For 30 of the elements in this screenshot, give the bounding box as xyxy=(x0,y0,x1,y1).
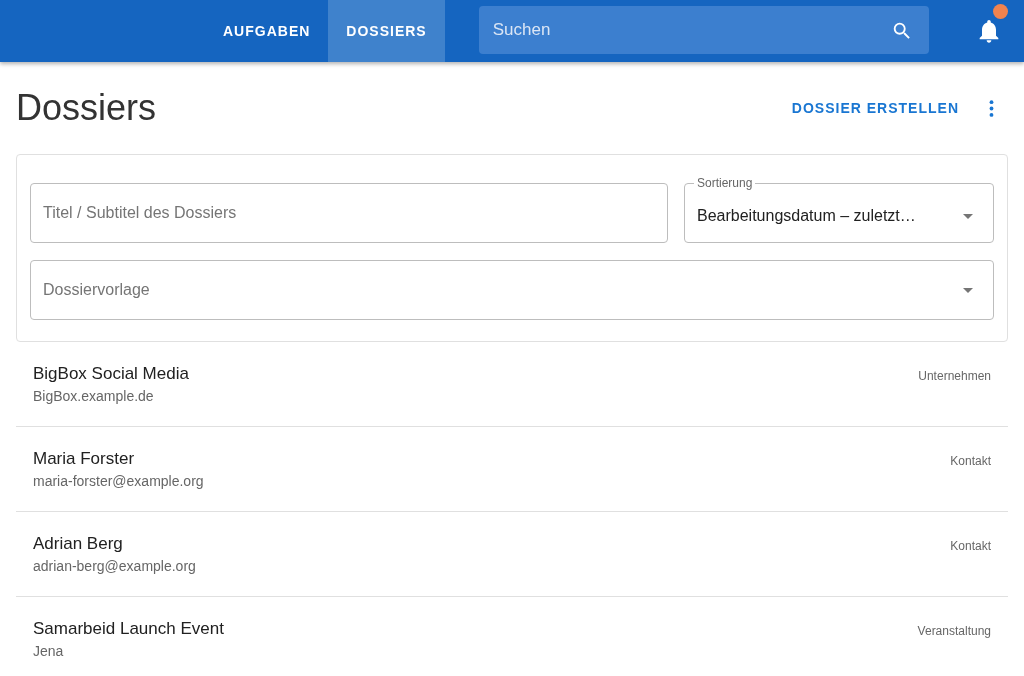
dossier-type: Kontakt xyxy=(950,539,991,553)
dossier-type: Kontakt xyxy=(950,454,991,468)
dossier-type: Unternehmen xyxy=(918,369,991,383)
sort-label: Sortierung xyxy=(696,176,754,190)
template-select[interactable]: Dossiervorlage xyxy=(30,260,994,320)
dossier-list-item[interactable]: Samarbeid Launch Event Jena Veranstaltung xyxy=(16,597,1008,676)
dossier-title: Adrian Berg xyxy=(33,534,124,554)
template-placeholder: Dossiervorlage xyxy=(43,281,150,299)
dossier-subtitle: adrian-berg@example.org xyxy=(33,558,196,574)
title-input-field[interactable]: Titel / Subtitel des Dossiers xyxy=(30,183,668,243)
dropdown-caret-icon xyxy=(963,213,973,219)
dropdown-caret-icon xyxy=(963,287,973,293)
search-field[interactable]: Suchen xyxy=(478,6,929,54)
nav-tab[interactable]: AUFGABEN xyxy=(205,0,329,62)
dossier-title: BigBox Social Media xyxy=(33,364,189,384)
dossier-list-item[interactable]: BigBox Social Media BigBox.example.de Unternehmen xyxy=(16,342,1008,427)
page-title: Dossiers xyxy=(16,87,158,129)
nav-tab[interactable]: DOSSIERS xyxy=(328,0,445,62)
dossier-subtitle: Jena xyxy=(33,643,65,659)
more-icon[interactable] xyxy=(989,99,994,117)
dossier-type: Veranstaltung xyxy=(917,624,991,638)
dossier-title: Samarbeid Launch Event xyxy=(33,619,224,639)
create-dossier-button[interactable]: DOSSIER ERSTELLEN xyxy=(779,92,971,124)
dossier-subtitle: BigBox.example.de xyxy=(33,388,155,404)
sort-value: Bearbeitungsdatum – zuletzt… xyxy=(697,207,916,225)
dossier-list-item[interactable]: Adrian Berg adrian-berg@example.org Kontakt xyxy=(16,512,1008,597)
dossier-title: Maria Forster xyxy=(33,449,136,469)
dossier-list-item[interactable]: Maria Forster maria-forster@example.org Kontakt xyxy=(16,427,1008,512)
dossier-subtitle: maria-forster@example.org xyxy=(33,473,204,489)
sort-select[interactable]: Sortierung Bearbeitungsdatum – zuletzt… xyxy=(684,176,994,243)
